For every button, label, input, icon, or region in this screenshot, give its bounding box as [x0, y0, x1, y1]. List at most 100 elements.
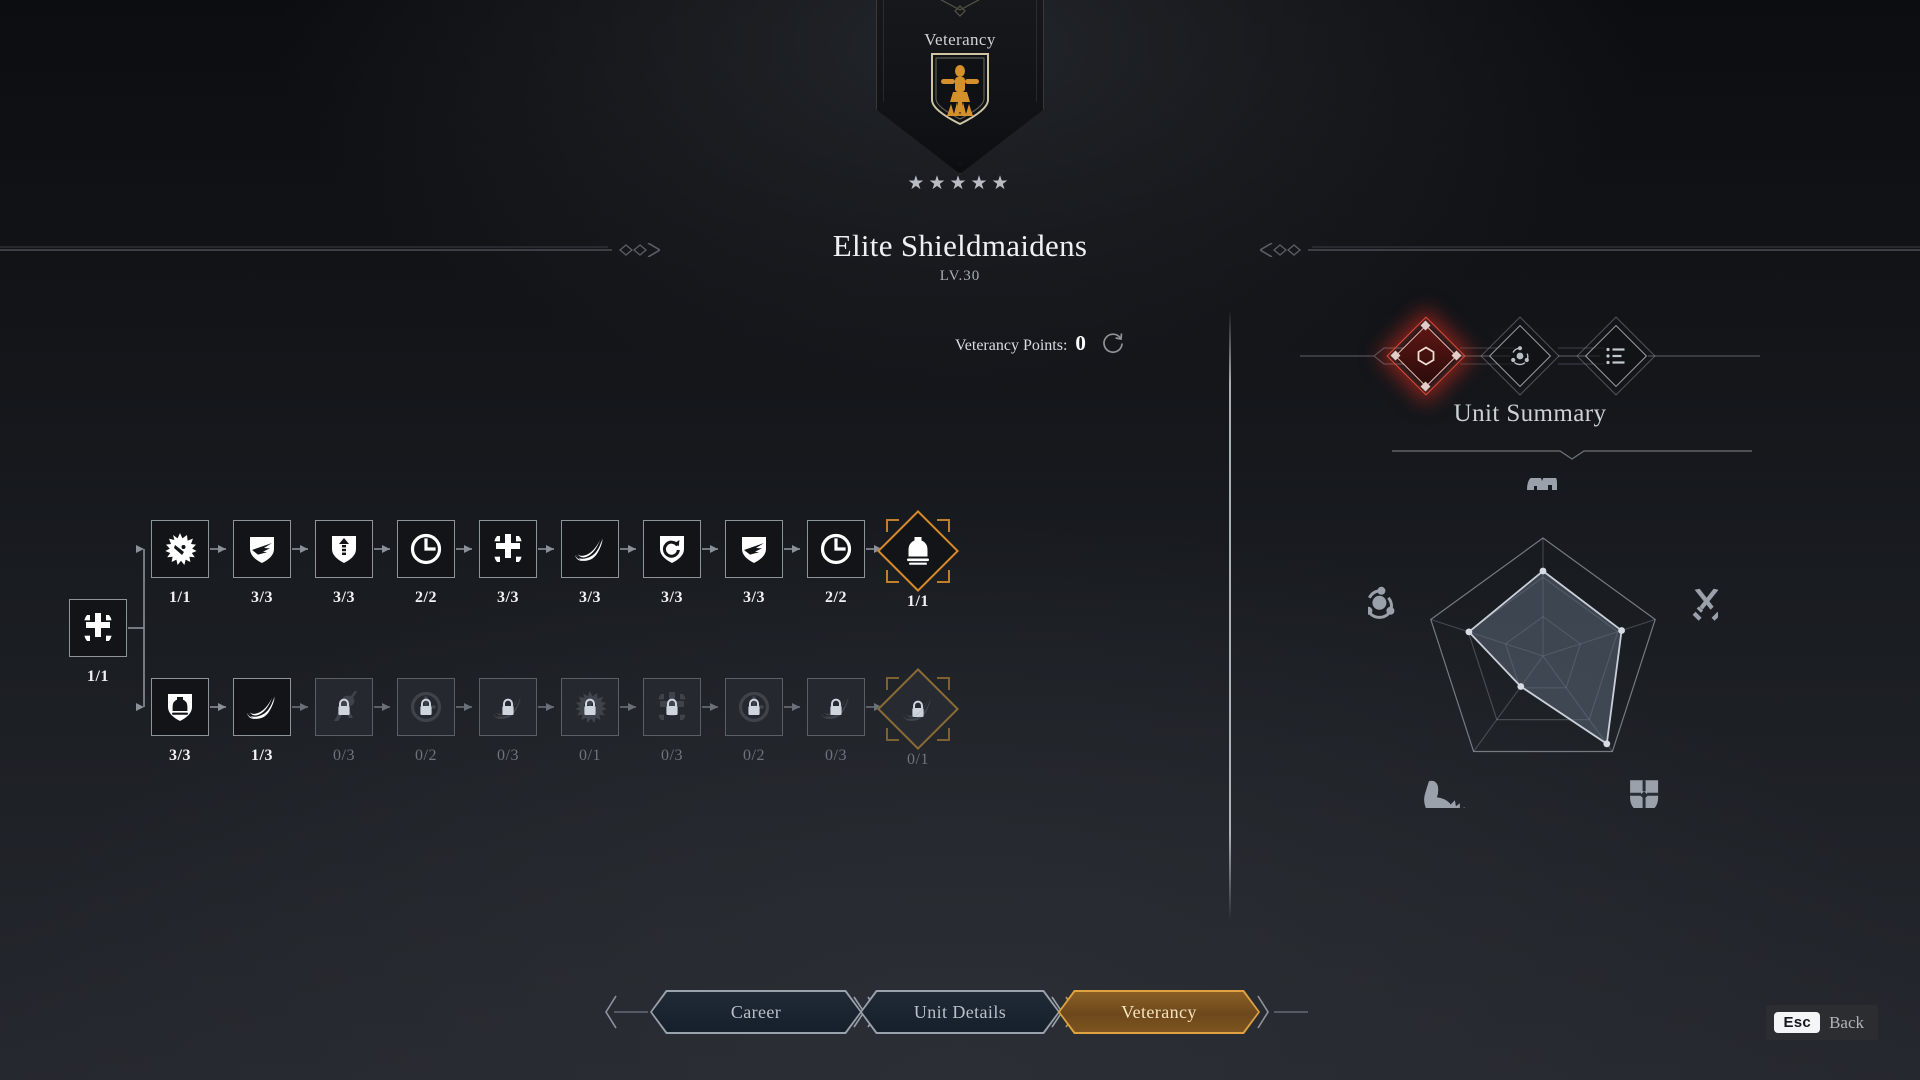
- tab-career-label: Career: [730, 1001, 782, 1022]
- skill-node[interactable]: [561, 520, 619, 578]
- shield-quarter-icon: Defence: [1630, 780, 1659, 808]
- top-row-node-7[interactable]: 3/3: [718, 520, 790, 607]
- top-row-node-4[interactable]: 3/3: [472, 520, 544, 607]
- top-row-label-8: 2/2: [825, 589, 847, 606]
- skill-node[interactable]: [561, 678, 619, 736]
- clock-icon: [819, 532, 853, 566]
- bottom-row-node-1[interactable]: 1/3: [226, 678, 298, 765]
- rp-tab-details[interactable]: [1576, 316, 1656, 396]
- rp-tab-traits[interactable]: [1480, 316, 1560, 396]
- skill-node[interactable]: [233, 678, 291, 736]
- cohesion-icon: Cohesion: [1368, 586, 1395, 619]
- bottom-row-node-5[interactable]: 0/1: [554, 678, 626, 765]
- top-row-node-5[interactable]: 3/3: [554, 520, 626, 607]
- top-row-node-0[interactable]: 1/1: [144, 520, 216, 607]
- bell-anvil-icon: [901, 534, 935, 568]
- summary-divider: [1392, 450, 1752, 460]
- top-row-label-3: 2/2: [415, 589, 437, 606]
- tab-unit-details-label: Unit Details: [913, 1001, 1007, 1022]
- skill-node[interactable]: [643, 520, 701, 578]
- top-row-node-8[interactable]: 2/2: [800, 520, 872, 607]
- training-dummy-crest-icon: [931, 53, 989, 126]
- bottom-row-label-4: 0/3: [497, 747, 519, 764]
- bottom-row-label-9: 0/1: [907, 751, 929, 768]
- top-row-node-1[interactable]: 3/3: [226, 520, 298, 607]
- boot-icon: Speed: [1424, 780, 1465, 808]
- tab-line-right: [1274, 1011, 1308, 1013]
- top-row-label-4: 3/3: [497, 589, 519, 606]
- tab-chevron-left: [605, 995, 617, 1029]
- unit-level: LV.30: [939, 268, 981, 284]
- skill-node[interactable]: [151, 678, 209, 736]
- list-icon: [1606, 347, 1625, 365]
- shield-cross-icon: [81, 611, 115, 645]
- banner-title: Veterancy: [924, 30, 996, 49]
- right-panel-tabs: [1300, 316, 1760, 396]
- shield-arrow-up-icon: [327, 532, 361, 566]
- skill-node[interactable]: [151, 520, 209, 578]
- skill-node[interactable]: [725, 678, 783, 736]
- bottom-row-node-6[interactable]: 0/3: [636, 678, 708, 765]
- bottom-row-node-4[interactable]: 0/3: [472, 678, 544, 765]
- capstone-node[interactable]: [876, 667, 960, 751]
- skill-node[interactable]: [479, 520, 537, 578]
- radar-value-polygon: [1467, 569, 1623, 746]
- bottom-row-node-3[interactable]: 0/2: [390, 678, 462, 765]
- bottom-row-label-0: 3/3: [169, 747, 191, 764]
- top-row-node-2[interactable]: 3/3: [308, 520, 380, 607]
- skill-node[interactable]: [807, 520, 865, 578]
- skill-node[interactable]: [643, 678, 701, 736]
- top-row-node-9[interactable]: 1/1: [876, 509, 960, 611]
- star-rating: ★★★★★: [907, 173, 1013, 194]
- shield-rotate-icon: [655, 532, 689, 566]
- bottom-row-node-7[interactable]: 0/2: [718, 678, 790, 765]
- shield-slash-icon: [245, 532, 279, 566]
- capstone-corner-tl: [886, 677, 899, 690]
- rp-tab-summary[interactable]: [1386, 316, 1466, 396]
- bottom-row-node-0[interactable]: 3/3: [144, 678, 216, 765]
- veterancy-points-label: Veterancy Points: 0: [955, 331, 1086, 356]
- vp-text: Veterancy Points:: [955, 336, 1068, 354]
- tab-unit-details[interactable]: Unit Details: [860, 990, 1060, 1034]
- skill-node[interactable]: [807, 678, 865, 736]
- skill-node[interactable]: [69, 599, 127, 657]
- capstone-corner-bl: [886, 728, 899, 741]
- root-label-0: 1/1: [87, 668, 109, 685]
- skill-node[interactable]: [397, 678, 455, 736]
- reset-arrow-icon[interactable]: [1100, 330, 1126, 356]
- skill-node[interactable]: [315, 520, 373, 578]
- cross-shield-icon: [491, 532, 525, 566]
- radar-point: [1618, 627, 1625, 634]
- top-row-node-3[interactable]: 2/2: [390, 520, 462, 607]
- bottom-row-label-8: 0/3: [825, 747, 847, 764]
- veterancy-points-row: Veterancy Points: 0: [955, 330, 1126, 356]
- back-hint[interactable]: Esc Back: [1766, 1005, 1878, 1040]
- root-node-0[interactable]: 1/1: [62, 599, 134, 686]
- tab-career[interactable]: Career: [650, 990, 862, 1034]
- skill-node[interactable]: [725, 520, 783, 578]
- esc-key-badge: Esc: [1774, 1012, 1821, 1033]
- unit-summary-title: Unit Summary: [1453, 400, 1607, 427]
- radar-point: [1539, 567, 1547, 575]
- bottom-row-node-8[interactable]: 0/3: [800, 678, 872, 765]
- bottom-tab-bar: Career Unit Details Veterancy: [0, 990, 1920, 1038]
- crossed-swords-icon: Melee Attack: [1692, 588, 1718, 621]
- bottom-row-node-9[interactable]: 0/1: [876, 667, 960, 769]
- shield-bell-icon: [163, 690, 197, 724]
- capstone-corner-br: [937, 728, 950, 741]
- tab-veterancy[interactable]: Veterancy: [1058, 990, 1260, 1034]
- bottom-row-node-2[interactable]: 0/3: [308, 678, 380, 765]
- radar-point: [1603, 740, 1611, 748]
- unit-summary-radar-chart: Morale Melee Attack Defence Speed Cohesion: [1368, 478, 1718, 808]
- bottom-row-label-1: 1/3: [251, 747, 273, 764]
- skill-node[interactable]: [315, 678, 373, 736]
- skill-node[interactable]: [233, 520, 291, 578]
- back-label: Back: [1829, 1012, 1864, 1032]
- crescent-claw-icon: [573, 532, 607, 566]
- top-row-node-6[interactable]: 3/3: [636, 520, 708, 607]
- skill-node[interactable]: [479, 678, 537, 736]
- unit-name: Elite Shieldmaidens: [832, 228, 1088, 263]
- hexagon-icon: [1417, 346, 1435, 366]
- capstone-node[interactable]: [876, 509, 960, 593]
- skill-node[interactable]: [397, 520, 455, 578]
